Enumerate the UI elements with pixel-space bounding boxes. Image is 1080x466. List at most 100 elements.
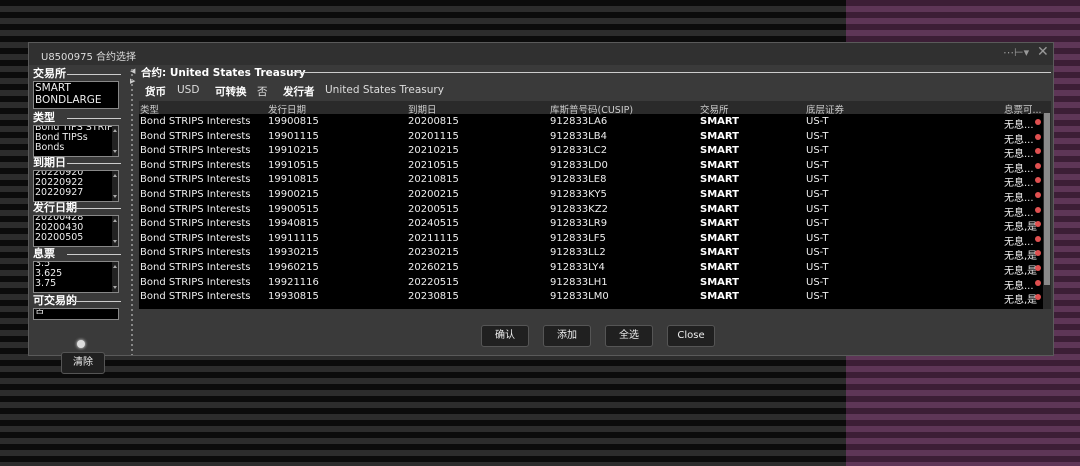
cell-cusip: 912833LM0 <box>550 291 609 303</box>
add-button[interactable]: 添加 <box>543 325 591 347</box>
cell-maturity: 20201115 <box>408 130 459 142</box>
status-dot-icon <box>1035 162 1041 169</box>
cell-issue-date: 19910515 <box>268 159 319 171</box>
cell-underlying: US-T <box>806 174 829 186</box>
cell-type: Bond STRIPS Interests <box>140 189 251 200</box>
cell-type: Bond STRIPS Interests <box>140 232 251 244</box>
cell-exchange: SMART <box>700 247 739 259</box>
cell-exchange: SMART <box>700 189 739 200</box>
cell-maturity: 20240515 <box>408 218 459 230</box>
close-icon[interactable]: ✕ <box>1037 44 1049 60</box>
cell-underlying: US-T <box>806 247 829 259</box>
list-item[interactable]: SMART <box>34 82 118 94</box>
scrollbar[interactable] <box>112 171 118 201</box>
status-dot-icon <box>1035 133 1041 140</box>
cell-exchange: SMART <box>700 130 739 142</box>
confirm-button[interactable]: 确认 <box>481 325 529 347</box>
column-header-type[interactable]: 类型 <box>140 102 159 116</box>
splitter-handle[interactable] <box>131 69 133 355</box>
cell-maturity: 20210215 <box>408 145 459 157</box>
list-item[interactable]: 否 <box>34 309 118 316</box>
tradable-listbox[interactable]: 否 <box>33 308 119 320</box>
scrollbar-thumb[interactable] <box>1044 113 1050 285</box>
column-header-exchange[interactable]: 交易所 <box>700 102 729 116</box>
coupon-listbox[interactable]: 3.5 3.625 3.75 <box>33 261 119 293</box>
close-button[interactable]: Close <box>667 325 715 347</box>
column-header-issue-date[interactable]: 发行日期 <box>268 102 306 116</box>
cell-maturity: 20230815 <box>408 291 459 303</box>
cell-cusip: 912833LA6 <box>550 116 608 127</box>
cell-type: Bond STRIPS Interests <box>140 218 251 230</box>
dropdown-icon[interactable]: ⋯⊢▾ <box>1003 46 1029 59</box>
table-row[interactable]: Bond STRIPS Interests 19940815 20240515 912… <box>139 217 1043 233</box>
table-row[interactable]: Bond STRIPS Interests 19900515 20200515 912… <box>139 203 1043 219</box>
filter-label: 可交易的 <box>33 294 125 307</box>
cell-cusip: 912833LE8 <box>550 174 607 186</box>
list-item[interactable]: Bonds <box>34 143 118 153</box>
scrollbar[interactable] <box>112 126 118 156</box>
type-listbox[interactable]: Bond TIPS STRIP Bond TIPSs Bonds <box>33 125 119 157</box>
column-header-coupon[interactable]: 息票可... <box>1004 102 1042 116</box>
cell-underlying: US-T <box>806 159 829 171</box>
list-item[interactable]: 20200505 <box>34 233 118 243</box>
cell-exchange: SMART <box>700 203 739 215</box>
table-row[interactable]: Bond STRIPS Interests 19900815 20200815 912… <box>139 115 1043 131</box>
cell-cusip: 912833LR9 <box>550 218 608 230</box>
cell-maturity: 20200215 <box>408 189 459 200</box>
table-row[interactable]: Bond STRIPS Interests 19930815 20230815 912… <box>139 290 1043 306</box>
issue-date-listbox[interactable]: 20200428 20200430 20200505 <box>33 215 119 247</box>
table-row[interactable]: Bond STRIPS Interests 19910815 20210815 912… <box>139 173 1043 189</box>
column-header-maturity[interactable]: 到期日 <box>408 102 437 116</box>
status-dot-icon <box>1035 294 1041 301</box>
select-all-button[interactable]: 全选 <box>605 325 653 347</box>
radio-icon[interactable] <box>77 340 85 348</box>
list-item[interactable]: 3.75 <box>34 279 118 289</box>
contract-selection-dialog: U8500975 合约选择 ⋯⊢▾ ✕ ◀ ▶ 交易所 SMART BONDLA… <box>28 42 1054 374</box>
table-row[interactable]: Bond STRIPS Interests 19910215 20210215 912… <box>139 144 1043 160</box>
status-dot-icon <box>1035 265 1041 271</box>
cell-cusip: 912833LD0 <box>550 159 608 171</box>
status-dot-icon <box>1035 206 1041 213</box>
table-scrollbar[interactable] <box>1043 101 1051 309</box>
window-title: U8500975 合约选择 <box>41 52 137 63</box>
cell-underlying: US-T <box>806 145 829 157</box>
cell-issue-date: 19960215 <box>268 262 319 273</box>
cell-issue-date: 19910215 <box>268 145 319 157</box>
cell-cusip: 912833LC2 <box>550 145 608 157</box>
cell-maturity: 20220515 <box>408 276 459 288</box>
clear-button[interactable]: 清除 <box>61 352 105 374</box>
list-item[interactable]: BONDLARGE <box>34 94 118 106</box>
column-header-cusip[interactable]: 库斯普号码(CUSIP) <box>550 102 633 116</box>
table-row[interactable]: Bond STRIPS Interests 19930215 20230215 912… <box>139 246 1043 262</box>
cell-type: Bond STRIPS Interests <box>140 262 251 273</box>
table-row[interactable]: Bond STRIPS Interests 19921116 20220515 912… <box>139 276 1043 292</box>
cell-type: Bond STRIPS Interests <box>140 159 251 171</box>
scrollbar[interactable] <box>112 216 118 246</box>
table-row[interactable]: Bond STRIPS Interests 19911115 20211115 912… <box>139 232 1043 248</box>
status-dot-icon <box>1035 177 1041 184</box>
cell-type: Bond STRIPS Interests <box>140 116 251 127</box>
currency-label: 货币 <box>145 86 166 98</box>
column-header-underlying[interactable]: 底层证券 <box>806 102 844 116</box>
cell-cusip: 912833LH1 <box>550 276 608 288</box>
exchange-listbox[interactable]: SMART BONDLARGE <box>33 81 119 109</box>
cell-issue-date: 19911115 <box>268 232 319 244</box>
cell-exchange: SMART <box>700 174 739 186</box>
cell-issue-date: 19900815 <box>268 116 319 127</box>
table-row[interactable]: Bond STRIPS Interests 19960215 20260215 912… <box>139 261 1043 277</box>
table-row[interactable]: Bond STRIPS Interests 19901115 20201115 912… <box>139 130 1043 146</box>
list-item[interactable]: 20220927 <box>34 188 118 198</box>
cell-issue-date: 19900515 <box>268 203 319 215</box>
filter-maturity: 到期日 20220920 20220922 20220927 <box>33 156 125 202</box>
cell-exchange: SMART <box>700 159 739 171</box>
cell-underlying: US-T <box>806 276 829 288</box>
contracts-table: 类型 发行日期 到期日 库斯普号码(CUSIP) 交易所 底层证券 息票可...… <box>139 101 1043 309</box>
table-row[interactable]: Bond STRIPS Interests 19900215 20200215 912… <box>139 188 1043 204</box>
cell-underlying: US-T <box>806 130 829 142</box>
cell-issue-date: 19901115 <box>268 130 319 142</box>
maturity-listbox[interactable]: 20220920 20220922 20220927 <box>33 170 119 202</box>
cell-cusip: 912833KZ2 <box>550 203 608 215</box>
scrollbar[interactable] <box>112 262 118 292</box>
cell-maturity: 20210815 <box>408 174 459 186</box>
table-row[interactable]: Bond STRIPS Interests 19910515 20210515 912… <box>139 159 1043 175</box>
